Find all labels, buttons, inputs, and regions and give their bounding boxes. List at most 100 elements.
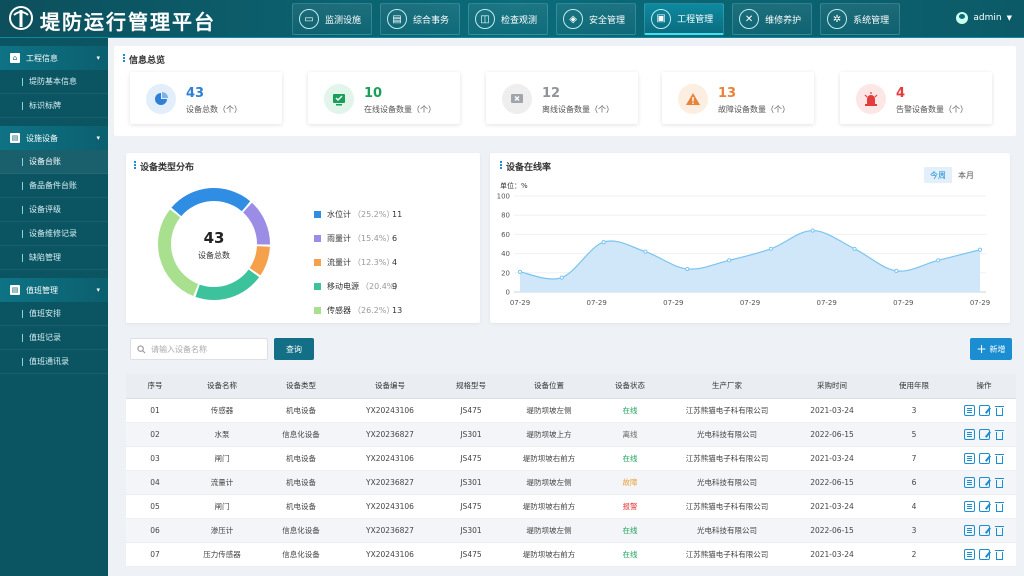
sidebar-item[interactable]: 标识标牌 bbox=[0, 94, 108, 118]
sidebar-item[interactable]: 设备维修记录 bbox=[0, 222, 108, 246]
nav-item-2[interactable]: ◫ 检查观测 bbox=[468, 3, 549, 35]
view-icon[interactable] bbox=[963, 452, 975, 464]
view-icon[interactable] bbox=[963, 404, 975, 416]
column-header: 采购时间 bbox=[788, 374, 876, 399]
wrench-icon: ✕ bbox=[739, 9, 760, 29]
edit-icon[interactable] bbox=[978, 404, 990, 416]
stat-card-1[interactable]: 10 在线设备数量（个） bbox=[308, 72, 460, 124]
user-menu[interactable]: admin ▼ bbox=[956, 12, 1012, 24]
donut-center-label: 设备总数 bbox=[198, 251, 230, 260]
legend-percent: （26.2%） bbox=[353, 305, 395, 315]
legend-value: 4 bbox=[392, 257, 398, 267]
sidebar-item-label: 值班通讯录 bbox=[29, 357, 69, 366]
search-box[interactable] bbox=[130, 338, 268, 360]
edit-icon[interactable] bbox=[978, 548, 990, 560]
table-cell: 2022-06-15 bbox=[788, 422, 876, 447]
table-cell: 2022-06-15 bbox=[788, 470, 876, 495]
table-row[interactable]: 04 流量计 机电设备 YX20236827 JS301 堤防坝坡左侧 故障 光电科技有限公司… bbox=[126, 470, 1016, 495]
view-icon[interactable] bbox=[963, 428, 975, 440]
sidebar-item[interactable]: 备品备件台账 bbox=[0, 174, 108, 198]
actions-cell bbox=[952, 422, 1016, 447]
legend-swatch bbox=[314, 282, 321, 290]
table-cell: 渗压计 bbox=[184, 518, 260, 543]
view-icon[interactable] bbox=[963, 548, 975, 560]
nav-label: 系统管理 bbox=[853, 15, 890, 26]
legend-percent: （12.3%） bbox=[353, 257, 395, 267]
column-header: 序号 bbox=[126, 374, 184, 399]
nav-item-4[interactable]: ▣ 工程管理 bbox=[644, 3, 725, 35]
delete-icon[interactable] bbox=[994, 525, 1005, 536]
view-icon[interactable] bbox=[963, 524, 975, 536]
table-cell: 在线 bbox=[594, 446, 666, 471]
nav-item-5[interactable]: ✕ 维修养护 bbox=[732, 3, 813, 35]
table-cell: JS301 bbox=[438, 470, 504, 495]
legend-percent: （15.4%） bbox=[353, 233, 395, 243]
nav-item-3[interactable]: ◈ 安全管理 bbox=[556, 3, 637, 35]
top-bar: 堤防运行管理平台 ▭ 监测设施 ▤ 综合事务 ◫ 检查观测 ◈ 安全管理 ▣ 工程管理 ✕ 维修养护 ✲… bbox=[0, 0, 1024, 38]
legend-value: 13 bbox=[392, 305, 403, 315]
edit-icon[interactable] bbox=[978, 476, 990, 488]
stat-card-0[interactable]: 43 设备总数（个） bbox=[130, 72, 282, 124]
delete-icon[interactable] bbox=[994, 501, 1005, 512]
edit-icon[interactable] bbox=[978, 428, 990, 440]
tab-this-week[interactable]: 今周 bbox=[924, 167, 952, 183]
sidebar-item[interactable]: 缺陷管理 bbox=[0, 246, 108, 270]
sidebar-group-0[interactable]: ⌂ 工程信息 ▾ bbox=[0, 46, 108, 70]
stat-card-2[interactable]: 12 离线设备数量（个） bbox=[486, 72, 638, 124]
query-button[interactable]: 查询 bbox=[274, 338, 314, 360]
table-row[interactable]: 06 渗压计 信息化设备 YX20236827 JS301 堤防坝坡左侧 在线 光电科技有限公… bbox=[126, 518, 1016, 543]
actions-cell bbox=[952, 470, 1016, 495]
sidebar-item[interactable]: 设备台账 bbox=[0, 150, 108, 174]
sidebar-item[interactable]: 值班通讯录 bbox=[0, 350, 108, 374]
table-cell: YX20236827 bbox=[342, 518, 438, 543]
table-cell: 流量计 bbox=[184, 470, 260, 495]
column-header: 设备类型 bbox=[260, 374, 342, 399]
delete-icon[interactable] bbox=[994, 405, 1005, 416]
sidebar-item[interactable]: 设备评级 bbox=[0, 198, 108, 222]
delete-icon[interactable] bbox=[994, 429, 1005, 440]
sidebar-group-2[interactable]: ▤ 值班管理 ▾ bbox=[0, 278, 108, 302]
nav-label: 监测设施 bbox=[325, 15, 362, 26]
table-row[interactable]: 01 传感器 机电设备 YX20243106 JS475 堤防坝坡左侧 在线 江苏熊猫电子科有… bbox=[126, 398, 1016, 423]
view-icon[interactable] bbox=[963, 476, 975, 488]
table-cell: 7 bbox=[876, 446, 952, 471]
sidebar-item[interactable]: 值班安排 bbox=[0, 302, 108, 326]
table-row[interactable]: 03 闸门 机电设备 YX20243106 JS475 堤防坝坡右前方 在线 江苏熊猫电子科有… bbox=[126, 446, 1016, 471]
delete-icon[interactable] bbox=[994, 453, 1005, 464]
view-icon[interactable] bbox=[963, 500, 975, 512]
sidebar-item-label: 标识标牌 bbox=[29, 101, 61, 110]
table-cell: 2021-03-24 bbox=[788, 494, 876, 519]
table-cell: JS301 bbox=[438, 518, 504, 543]
stat-label: 故障设备数量（个） bbox=[718, 105, 790, 114]
plus-icon: + bbox=[976, 342, 987, 356]
table-row[interactable]: 05 闸门 机电设备 YX20243106 JS475 堤防坝坡右前方 报警 江苏熊猫电子科有… bbox=[126, 494, 1016, 519]
tab-this-month[interactable]: 本月 bbox=[952, 167, 980, 183]
nav-item-0[interactable]: ▭ 监测设施 bbox=[292, 3, 373, 35]
sidebar-group-1[interactable]: ▤ 设施设备 ▾ bbox=[0, 126, 108, 150]
sidebar-item[interactable]: 堤防基本信息 bbox=[0, 70, 108, 94]
donut-slice-2 bbox=[249, 246, 270, 276]
avatar bbox=[956, 12, 969, 24]
nav-item-1[interactable]: ▤ 综合事务 bbox=[380, 3, 461, 35]
sidebar-item-label: 堤防基本信息 bbox=[29, 77, 77, 86]
sidebar-item[interactable]: 值班记录 bbox=[0, 326, 108, 350]
delete-icon[interactable] bbox=[994, 549, 1005, 560]
search-input[interactable] bbox=[151, 344, 261, 354]
table-cell: YX20236827 bbox=[342, 470, 438, 495]
stat-value: 12 bbox=[542, 86, 561, 101]
delete-icon[interactable] bbox=[994, 477, 1005, 488]
add-button[interactable]: + 新增 bbox=[970, 338, 1012, 360]
online-panel-title: 设备在线率 bbox=[500, 160, 551, 173]
edit-icon[interactable] bbox=[978, 500, 990, 512]
table-cell: 报警 bbox=[594, 494, 666, 519]
stat-card-3[interactable]: 13 故障设备数量（个） bbox=[662, 72, 814, 124]
edit-icon[interactable] bbox=[978, 524, 990, 536]
nav-item-6[interactable]: ✲ 系统管理 bbox=[820, 3, 901, 35]
chevron-down-icon: ▾ bbox=[96, 134, 100, 142]
table-cell: YX20243106 bbox=[342, 542, 438, 567]
sidebar-item-label: 值班安排 bbox=[29, 309, 61, 318]
table-row[interactable]: 02 水泵 信息化设备 YX20236827 JS301 堤防坝坡上方 离线 光电科技有限公司… bbox=[126, 422, 1016, 447]
edit-icon[interactable] bbox=[978, 452, 990, 464]
stat-card-4[interactable]: 4 告警设备数量（个） bbox=[840, 72, 992, 124]
table-row[interactable]: 07 压力传感器 信息化设备 YX20243106 JS475 堤防坝坡右前方 在线 江苏熊猫… bbox=[126, 542, 1016, 567]
